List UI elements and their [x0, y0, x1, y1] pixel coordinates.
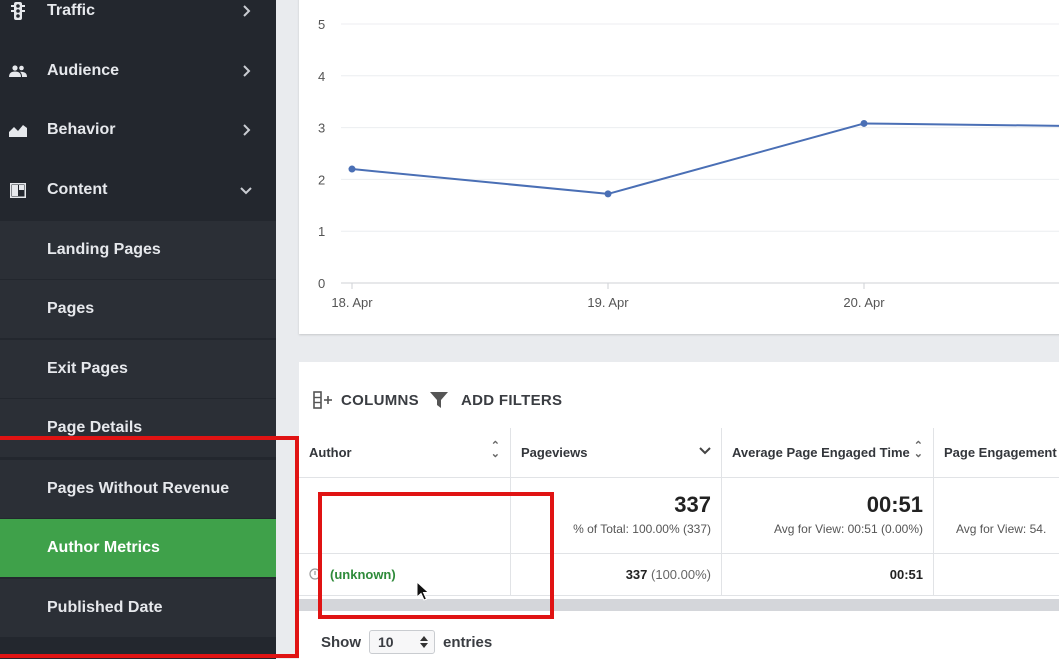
chevron-right-icon: [243, 124, 251, 136]
y-tick-label: 3: [318, 121, 325, 136]
x-tick-label: 18. Apr: [331, 295, 373, 310]
sidebar-item-behavior[interactable]: Behavior: [0, 101, 276, 159]
sidebar-subitem-exit-pages[interactable]: Exit Pages: [0, 340, 276, 398]
column-header-label: Author: [309, 445, 352, 460]
sidebar-subitem-published-date[interactable]: Published Date: [0, 579, 276, 637]
column-header-page-engagement[interactable]: Page Engagement I: [934, 428, 1059, 478]
total-engagement-sub: Avg for View: 54.: [956, 522, 1047, 536]
total-engaged-sub: Avg for View: 00:51 (0.00%): [774, 522, 923, 536]
sort-icon[interactable]: ⌃ ⌄: [914, 441, 923, 460]
y-tick-label: 2: [318, 172, 325, 187]
y-tick-label: 4: [318, 69, 325, 84]
columns-label: COLUMNS: [341, 391, 419, 409]
column-header-avg-engaged-time[interactable]: Average Page Engaged Time ⌃ ⌄: [722, 428, 934, 478]
mouse-cursor-icon: [416, 581, 430, 601]
table-row-engagement-cell: [934, 554, 1059, 596]
sidebar-subitem-page-details[interactable]: Page Details: [0, 399, 276, 457]
sidebar-item-label: Content: [47, 181, 108, 198]
data-point[interactable]: [860, 119, 868, 127]
chevron-down-icon: [240, 187, 252, 195]
sidebar-item-label: Behavior: [47, 121, 116, 138]
total-pageviews-sub: % of Total: 100.00% (337): [573, 522, 711, 536]
show-label: Show: [321, 633, 361, 651]
sidebar: Traffic Audience Behavior Content Landin…: [0, 0, 276, 659]
sidebar-subitem-label: Pages: [47, 300, 95, 317]
info-circle-icon[interactable]: [309, 568, 321, 580]
y-tick-label: 0: [318, 276, 325, 291]
totals-pageviews-cell: 337 % of Total: 100.00% (337): [511, 478, 722, 554]
column-header-label: Average Page Engaged Time: [732, 445, 910, 460]
sidebar-subitem-landing-pages[interactable]: Landing Pages: [0, 221, 276, 279]
sort-icon[interactable]: ⌃ ⌄: [491, 441, 500, 460]
entries-label: entries: [443, 633, 493, 651]
series-line: [351, 122, 1059, 195]
area-chart-icon: [8, 120, 28, 140]
sidebar-item-traffic[interactable]: Traffic: [0, 0, 276, 40]
row-pageviews-pct: (100.00%): [651, 567, 711, 582]
page-size-control: Show 10 entries: [321, 630, 492, 654]
people-icon: [8, 61, 28, 81]
sidebar-subitem-label: Landing Pages: [47, 241, 161, 258]
columns-button[interactable]: COLUMNS: [313, 388, 419, 412]
page-size-select[interactable]: 10: [369, 630, 435, 654]
sidebar-subitem-pages[interactable]: Pages: [0, 280, 276, 338]
totals-engagement-cell: Avg for View: 54.: [934, 478, 1059, 554]
total-pageviews: 337: [674, 492, 711, 517]
data-point[interactable]: [604, 190, 612, 198]
y-tick-label: 1: [318, 224, 325, 239]
chart-card: 0 1 2 3 4 5 18. Apr 19. Apr 20. Apr: [299, 0, 1059, 334]
sidebar-subitem-label: Page Details: [47, 419, 143, 436]
column-header-label: Page Engagement I: [944, 445, 1059, 460]
line-chart: 0 1 2 3 4 5 18. Apr 19. Apr 20. Apr: [318, 17, 1059, 310]
sidebar-subitem-label: Author Metrics: [47, 539, 160, 556]
sidebar-item-audience[interactable]: Audience: [0, 42, 276, 100]
y-tick-label: 5: [318, 17, 325, 32]
sidebar-subitem-label: Pages Without Revenue: [47, 480, 230, 497]
totals-author-cell: [299, 478, 511, 554]
columns-icon: [313, 391, 332, 409]
totals-engaged-cell: 00:51 Avg for View: 00:51 (0.00%): [722, 478, 934, 554]
data-point[interactable]: [348, 165, 356, 173]
horizontal-scrollbar[interactable]: [299, 599, 1059, 611]
sidebar-item-label: Audience: [47, 62, 120, 79]
add-filters-button[interactable]: ADD FILTERS: [429, 388, 562, 412]
x-tick-label: 20. Apr: [843, 295, 885, 310]
x-tick-label: 19. Apr: [587, 295, 629, 310]
row-engaged-time: 00:51: [889, 567, 923, 582]
sidebar-subitem-label: Exit Pages: [47, 360, 128, 377]
add-filters-label: ADD FILTERS: [461, 391, 563, 409]
column-header-author[interactable]: Author ⌃ ⌄: [299, 428, 511, 478]
filter-icon: [430, 392, 448, 408]
row-pageviews-value: 337: [625, 567, 648, 582]
sidebar-item-label: Traffic: [47, 2, 96, 19]
sidebar-subitem-label: Published Date: [47, 599, 163, 616]
page-size-value: 10: [378, 634, 394, 650]
sidebar-item-content[interactable]: Content: [0, 161, 276, 219]
chevron-right-icon: [243, 5, 251, 17]
table-row-author-cell: (unknown): [299, 554, 511, 596]
sort-desc-icon[interactable]: [699, 447, 711, 455]
table-card: COLUMNS ADD FILTERS Author ⌃ ⌄ Pageviews …: [299, 362, 1059, 659]
table-row-engaged-cell: 00:51: [722, 554, 934, 596]
total-engaged-time: 00:51: [866, 492, 923, 517]
chevron-right-icon: [243, 65, 251, 77]
layout-icon: [8, 180, 28, 200]
column-header-pageviews[interactable]: Pageviews: [511, 428, 722, 478]
author-link[interactable]: (unknown): [330, 567, 396, 582]
select-arrows-icon: [420, 636, 428, 648]
sidebar-subitem-pages-without-revenue[interactable]: Pages Without Revenue: [0, 460, 276, 518]
row-pageviews: 337 (100.00%): [626, 567, 711, 582]
traffic-light-icon: [8, 1, 28, 21]
column-header-label: Pageviews: [521, 445, 588, 460]
table-row-pageviews-cell: 337 (100.00%): [511, 554, 722, 596]
sidebar-subitem-author-metrics[interactable]: Author Metrics: [0, 519, 276, 577]
